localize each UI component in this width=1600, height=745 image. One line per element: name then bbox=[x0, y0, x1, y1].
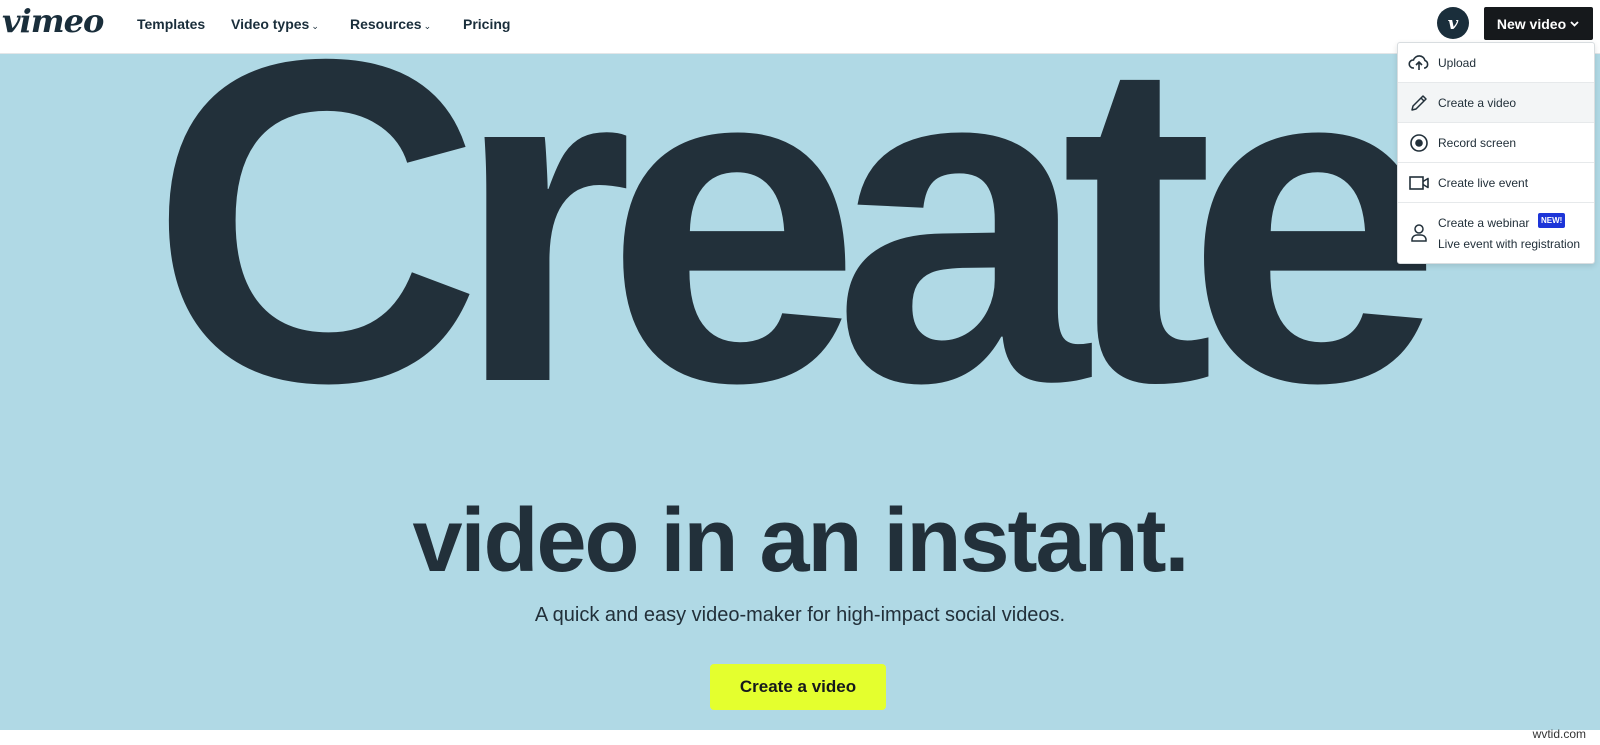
menu-item-record-screen[interactable]: Record screen bbox=[1398, 123, 1594, 163]
menu-item-label: Record screen bbox=[1438, 135, 1517, 150]
nav-templates-label: Templates bbox=[137, 16, 206, 32]
new-video-button[interactable]: New video bbox=[1484, 7, 1593, 40]
record-icon bbox=[1408, 132, 1430, 154]
pencil-icon bbox=[1408, 92, 1430, 114]
nav-pricing[interactable]: Pricing bbox=[463, 16, 510, 32]
create-video-cta-button[interactable]: Create a video bbox=[710, 664, 886, 710]
new-video-label: New video bbox=[1496, 15, 1567, 32]
menu-item-sublabel: Live event with registration bbox=[1438, 237, 1581, 251]
nav-resources[interactable]: Resources ⌄ bbox=[350, 16, 431, 32]
menu-item-upload[interactable]: Upload bbox=[1398, 43, 1594, 83]
video-camera-icon bbox=[1408, 172, 1430, 194]
menu-item-create-webinar[interactable]: Create a webinar NEW! Live event with re… bbox=[1398, 203, 1594, 263]
hero-subline: A quick and easy video-maker for high-im… bbox=[534, 604, 1066, 626]
chevron-down-icon: ⌄ bbox=[423, 21, 432, 31]
hero-big-word: Create bbox=[150, 54, 1442, 478]
hero-section: Create video in an instant. A quick and … bbox=[0, 54, 1600, 745]
menu-item-label: Create live event bbox=[1438, 175, 1529, 190]
chevron-down-icon: ⌄ bbox=[311, 21, 319, 31]
menu-item-create-video[interactable]: Create a video bbox=[1398, 83, 1594, 123]
new-badge: NEW! bbox=[1538, 213, 1566, 228]
nav-templates[interactable]: Templates bbox=[137, 16, 205, 32]
cloud-upload-icon bbox=[1408, 52, 1430, 74]
chevron-down-icon bbox=[1570, 21, 1579, 27]
menu-item-label: Upload bbox=[1438, 55, 1477, 70]
watermark: wvtid.com bbox=[1532, 727, 1586, 741]
new-video-dropdown-menu: Upload Create a video Record screen Crea… bbox=[1397, 42, 1595, 264]
nav-video-types[interactable]: Video types ⌄ bbox=[231, 16, 319, 32]
nav-pricing-label: Pricing bbox=[463, 16, 511, 32]
user-avatar[interactable]: v bbox=[1437, 7, 1469, 39]
vimeo-logo[interactable]: vimeo bbox=[2, 2, 104, 40]
top-nav-bar: vimeo Templates Video types ⌄ Resources ⌄ … bbox=[0, 0, 1600, 54]
nav-video-types-label: Video types bbox=[231, 16, 310, 32]
hero-headline: video in an instant. bbox=[412, 491, 1189, 591]
nav-resources-label: Resources bbox=[350, 16, 422, 32]
menu-item-label: Create a video bbox=[1438, 95, 1517, 110]
menu-item-create-live-event[interactable]: Create live event bbox=[1398, 163, 1594, 203]
person-icon bbox=[1408, 222, 1430, 244]
bottom-strip bbox=[0, 730, 1600, 745]
menu-item-label: Create a webinar bbox=[1438, 216, 1530, 230]
